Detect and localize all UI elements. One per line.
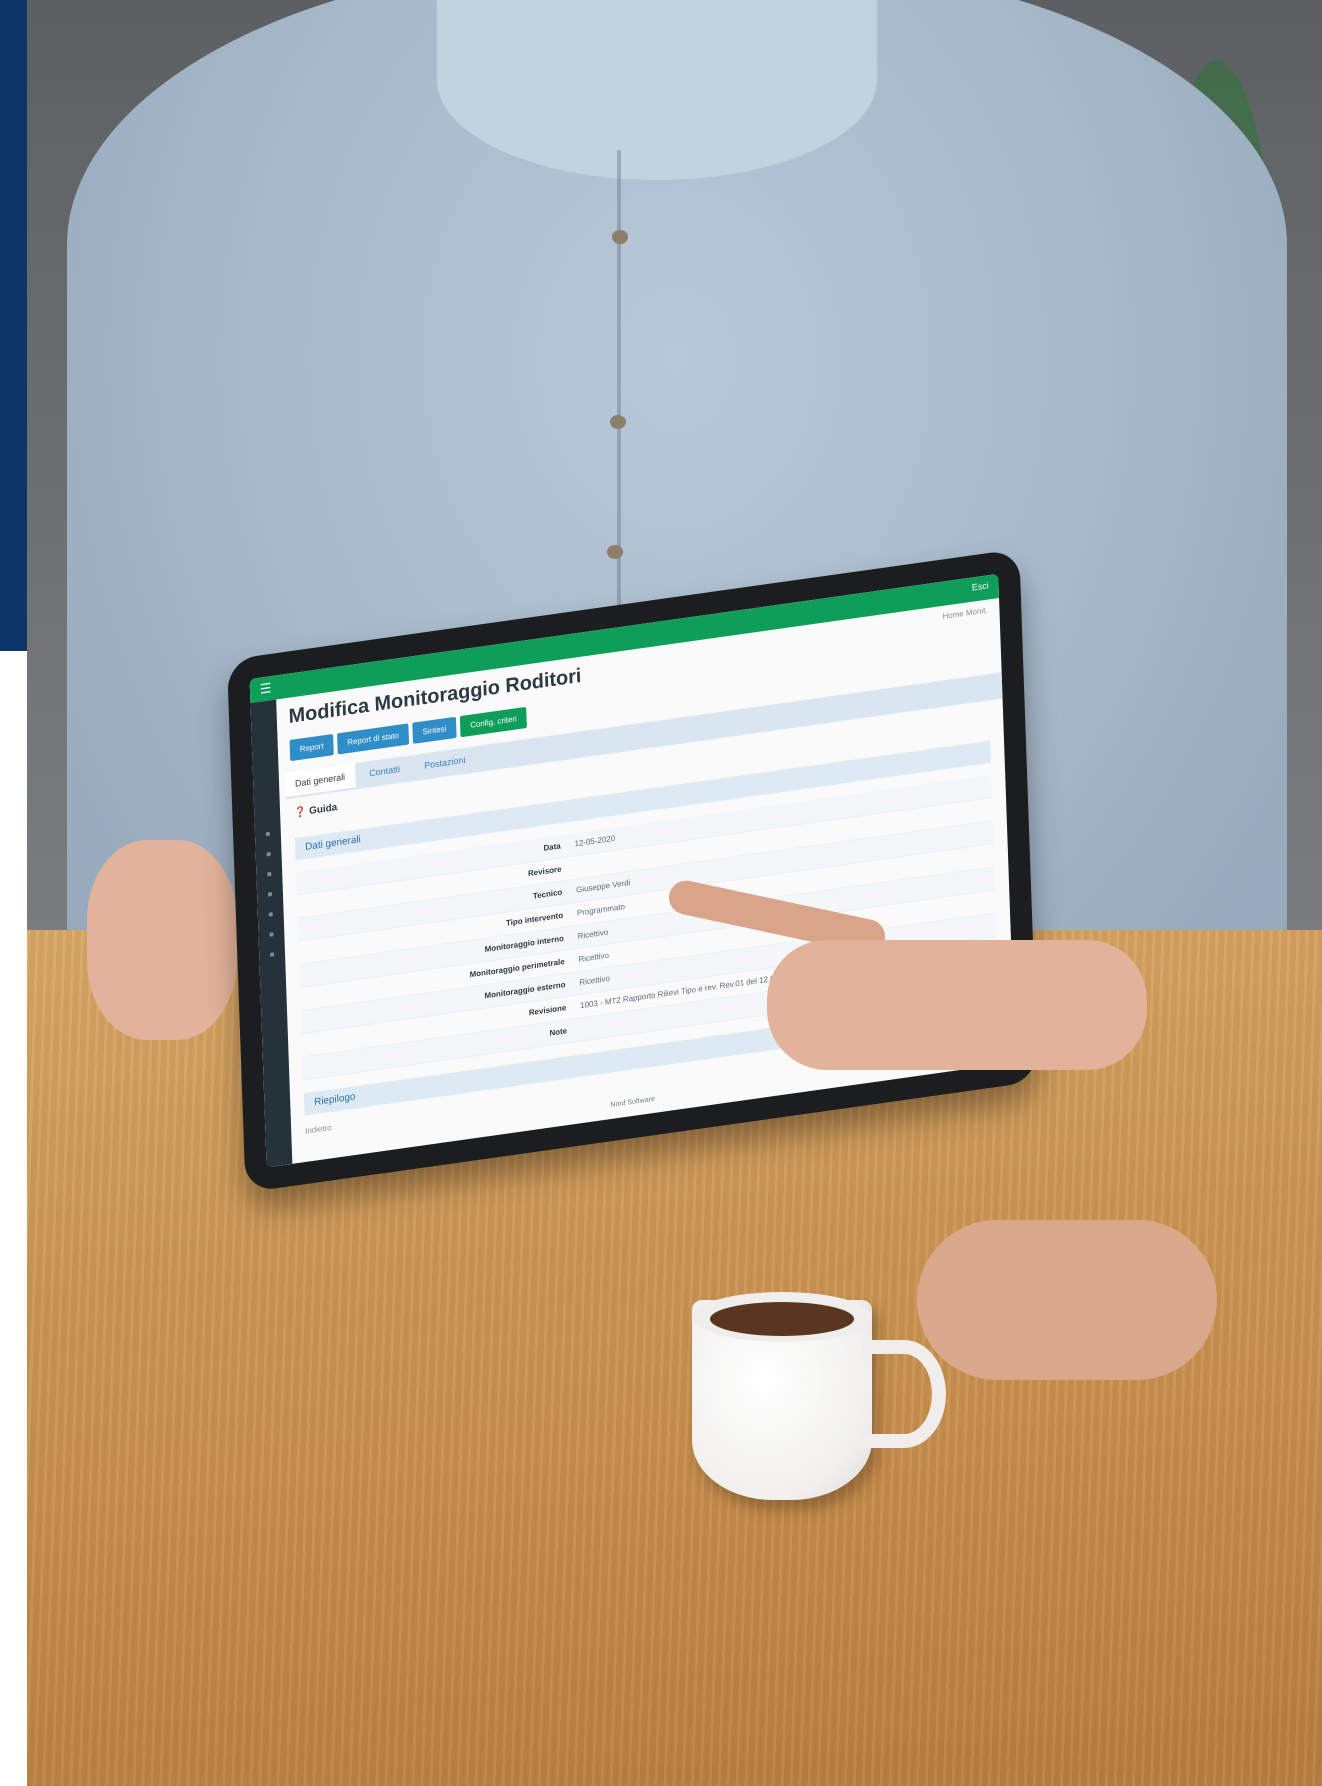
coffee <box>710 1302 854 1336</box>
field-value: 12-05-2020 <box>574 833 616 849</box>
tablet-device: ☰ Esci Home Monit. Modifica Monitoraggio… <box>227 548 1038 1193</box>
tablet-screen: ☰ Esci Home Monit. Modifica Monitoraggio… <box>249 573 1016 1168</box>
footer-credit: Nord Software <box>610 1095 655 1109</box>
field-label: Revisione <box>528 1003 567 1018</box>
sidebar-icon[interactable] <box>265 831 270 837</box>
pointing-hand-palm <box>767 940 1147 1070</box>
field-label: Tecnico <box>532 887 563 901</box>
photograph: ☰ Esci Home Monit. Modifica Monitoraggio… <box>27 0 1322 1786</box>
field-label: Note <box>549 1026 568 1038</box>
sidebar-icon[interactable] <box>270 952 275 957</box>
field-label: Monitoraggio interno <box>484 933 565 954</box>
tab-stations[interactable]: Postazioni <box>414 746 476 779</box>
sidebar-icon[interactable] <box>267 892 273 897</box>
field-value: Ricettivo <box>579 973 610 988</box>
navy-side-band <box>0 0 27 651</box>
shirt-button <box>610 415 626 429</box>
config-criteria-button[interactable]: Config. criteri <box>459 706 528 738</box>
status-report-button[interactable]: Report di stato <box>337 723 410 755</box>
field-label: Tipo intervento <box>505 910 564 928</box>
cup-handle <box>862 1340 946 1448</box>
field-value: Programmato <box>576 901 626 918</box>
sidebar-icon[interactable] <box>268 912 273 917</box>
field-value: Ricettivo <box>578 950 610 965</box>
field-value: Ricettivo <box>577 927 609 941</box>
field-label: Revisore <box>527 864 562 879</box>
back-link[interactable]: Indietro <box>305 1123 332 1136</box>
summary-button[interactable]: Sintesi <box>412 716 457 744</box>
app-sidebar <box>250 699 293 1168</box>
tab-contacts[interactable]: Contatti <box>359 756 410 787</box>
sidebar-icon[interactable] <box>269 932 274 937</box>
hamburger-icon[interactable]: ☰ <box>260 680 272 698</box>
breadcrumb[interactable]: Home Monit. <box>942 606 987 621</box>
field-label: Data <box>543 841 561 853</box>
logout-link[interactable]: Esci <box>972 580 989 592</box>
field-value: Giuseppe Verdi <box>576 878 631 895</box>
help-label: Guida <box>308 802 338 818</box>
field-label: Monitoraggio esterno <box>484 980 566 1001</box>
shirt-button <box>612 230 628 244</box>
woman-hand-on-table <box>917 1220 1217 1380</box>
sidebar-icon[interactable] <box>266 851 271 857</box>
coffee-cup <box>692 1292 946 1500</box>
tab-general-data[interactable]: Dati generali <box>284 763 356 798</box>
shirt-button <box>607 545 623 559</box>
help-link[interactable]: ❓ Guida <box>294 802 338 819</box>
left-hand-holding-tablet <box>87 840 237 1040</box>
sidebar-icon[interactable] <box>267 871 272 877</box>
help-icon: ❓ <box>293 806 307 820</box>
report-button[interactable]: Report <box>289 733 334 762</box>
